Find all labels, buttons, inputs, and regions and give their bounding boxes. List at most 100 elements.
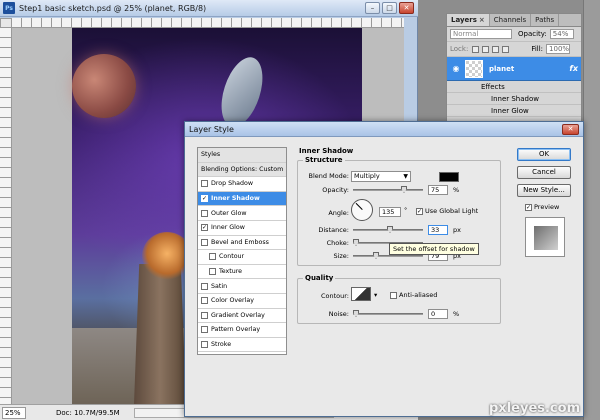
layer-row-planet[interactable]: ◉ planet fx: [447, 57, 581, 81]
checkbox-icon[interactable]: [390, 291, 397, 299]
lock-transparent-icon[interactable]: [472, 45, 480, 53]
style-item-drop-shadow[interactable]: Drop Shadow: [198, 177, 286, 192]
checkbox-icon[interactable]: [201, 209, 208, 217]
checkbox-checked-icon[interactable]: ✓: [201, 195, 208, 203]
eye-icon[interactable]: ◉: [450, 63, 462, 75]
ruler-origin[interactable]: [0, 18, 12, 28]
checkbox-checked-icon[interactable]: ✓: [416, 207, 423, 215]
effect-item-inner-shadow[interactable]: Inner Shadow: [447, 93, 581, 105]
lock-all-icon[interactable]: [502, 45, 510, 53]
effect-label: Inner Shadow: [491, 94, 539, 103]
style-item-gradient-overlay[interactable]: Gradient Overlay: [198, 309, 286, 324]
red-moon-image: [72, 54, 136, 118]
vertical-ruler[interactable]: [0, 28, 12, 404]
preview-label: Preview: [534, 203, 560, 211]
opacity-slider[interactable]: [353, 186, 423, 193]
checkbox-checked-icon[interactable]: ✓: [201, 224, 208, 232]
blend-opacity-row: Normal Opacity: 54%: [447, 27, 581, 42]
dialog-titlebar[interactable]: Layer Style: [185, 122, 583, 137]
opacity-field[interactable]: 75: [428, 185, 448, 195]
tab-layers[interactable]: Layers ×: [447, 14, 490, 26]
layer-opacity-field[interactable]: 54%: [549, 29, 574, 39]
effect-item-inner-glow[interactable]: Inner Glow: [447, 105, 581, 117]
use-global-light-checkbox[interactable]: ✓ Use Global Light: [416, 207, 478, 215]
distance-tooltip: Set the offset for shadow: [389, 243, 479, 255]
size-slider[interactable]: [353, 252, 423, 259]
effects-row[interactable]: Effects: [447, 81, 581, 93]
checkbox-icon[interactable]: [209, 268, 216, 276]
fill-label: Fill:: [531, 45, 544, 53]
style-label: Stroke: [211, 341, 232, 349]
noise-field[interactable]: 0: [428, 309, 448, 319]
lock-image-icon[interactable]: [482, 45, 490, 53]
fx-icon[interactable]: fx: [569, 64, 578, 73]
style-item-inner-shadow[interactable]: ✓ Inner Shadow: [198, 191, 286, 207]
style-item-bevel-emboss[interactable]: Bevel and Emboss: [198, 236, 286, 251]
checkbox-icon[interactable]: [209, 253, 216, 261]
checkbox-icon[interactable]: [201, 180, 208, 188]
style-label: Pattern Overlay: [211, 326, 261, 334]
document-size[interactable]: Doc: 10.7M/99.5M: [56, 409, 120, 417]
new-style-button[interactable]: New Style...: [517, 184, 571, 197]
minimize-button[interactable]: –: [365, 2, 380, 14]
layer-blend-mode-select[interactable]: Normal: [450, 29, 512, 39]
checkbox-icon[interactable]: [201, 238, 208, 246]
style-item-contour[interactable]: Contour: [198, 250, 286, 265]
checkbox-icon[interactable]: [201, 282, 208, 290]
layer-fill-field[interactable]: 100%: [546, 44, 571, 54]
style-item-blending-options[interactable]: Blending Options: Custom: [198, 162, 286, 178]
zoom-level-field[interactable]: 25%: [2, 406, 26, 419]
style-item-pattern-overlay[interactable]: Pattern Overlay: [198, 323, 286, 338]
contour-dropdown-icon[interactable]: ▾: [374, 291, 377, 299]
lock-icons: [472, 45, 510, 53]
opacity-unit: %: [453, 186, 460, 194]
lock-position-icon[interactable]: [492, 45, 500, 53]
distance-field[interactable]: 33: [428, 225, 448, 235]
shadow-color-swatch[interactable]: [439, 172, 459, 182]
tab-paths[interactable]: Paths: [531, 14, 560, 26]
angle-dial[interactable]: [351, 199, 373, 221]
cancel-button[interactable]: Cancel: [517, 166, 571, 179]
checkbox-checked-icon[interactable]: ✓: [525, 203, 532, 211]
dialog-title: Layer Style: [189, 124, 234, 134]
style-label: Styles: [201, 151, 221, 159]
style-label: Blending Options: Custom: [201, 165, 284, 173]
maximize-button[interactable]: □: [382, 2, 397, 14]
contour-picker[interactable]: [351, 287, 371, 301]
distance-label: Distance:: [318, 226, 349, 234]
horizontal-ruler[interactable]: [12, 18, 404, 28]
distance-slider[interactable]: [353, 226, 423, 233]
style-label: Inner Glow: [211, 224, 245, 232]
tab-close-icon[interactable]: ×: [479, 16, 485, 24]
layer-thumbnail: [465, 59, 483, 78]
noise-slider[interactable]: [353, 310, 423, 317]
checkbox-icon[interactable]: [201, 297, 208, 305]
style-item-texture[interactable]: Texture: [198, 265, 286, 280]
angle-field[interactable]: 135: [379, 207, 401, 217]
anti-aliased-checkbox[interactable]: Anti-aliased: [390, 291, 437, 299]
style-label: Contour: [219, 253, 245, 261]
choke-label: Choke:: [326, 239, 349, 247]
tab-channels[interactable]: Channels: [490, 14, 532, 26]
lock-fill-row: Lock: Fill: 100%: [447, 42, 581, 57]
castle-tower-image: [134, 264, 186, 404]
style-item-stroke[interactable]: Stroke: [198, 338, 286, 353]
chevron-down-icon: ▼: [403, 173, 408, 180]
style-item-outer-glow[interactable]: Outer Glow: [198, 206, 286, 221]
style-item-styles[interactable]: Styles: [198, 148, 286, 163]
dialog-close-button[interactable]: ✕: [562, 124, 579, 135]
use-global-light-label: Use Global Light: [425, 207, 479, 215]
close-button[interactable]: ✕: [399, 2, 414, 14]
ok-button[interactable]: OK: [517, 148, 571, 161]
style-item-satin[interactable]: Satin: [198, 279, 286, 294]
blend-mode-select[interactable]: Multiply ▼: [351, 171, 411, 182]
checkbox-icon[interactable]: [201, 341, 208, 349]
document-titlebar[interactable]: Ps Step1 basic sketch.psd @ 25% (planet,…: [0, 0, 418, 17]
blend-mode-label: Blend Mode:: [308, 172, 349, 180]
checkbox-icon[interactable]: [201, 311, 208, 319]
style-item-color-overlay[interactable]: Color Overlay: [198, 294, 286, 309]
preview-checkbox[interactable]: ✓ Preview: [525, 203, 559, 211]
checkbox-icon[interactable]: [201, 326, 208, 334]
style-label: Outer Glow: [211, 209, 247, 217]
style-item-inner-glow[interactable]: ✓ Inner Glow: [198, 221, 286, 236]
